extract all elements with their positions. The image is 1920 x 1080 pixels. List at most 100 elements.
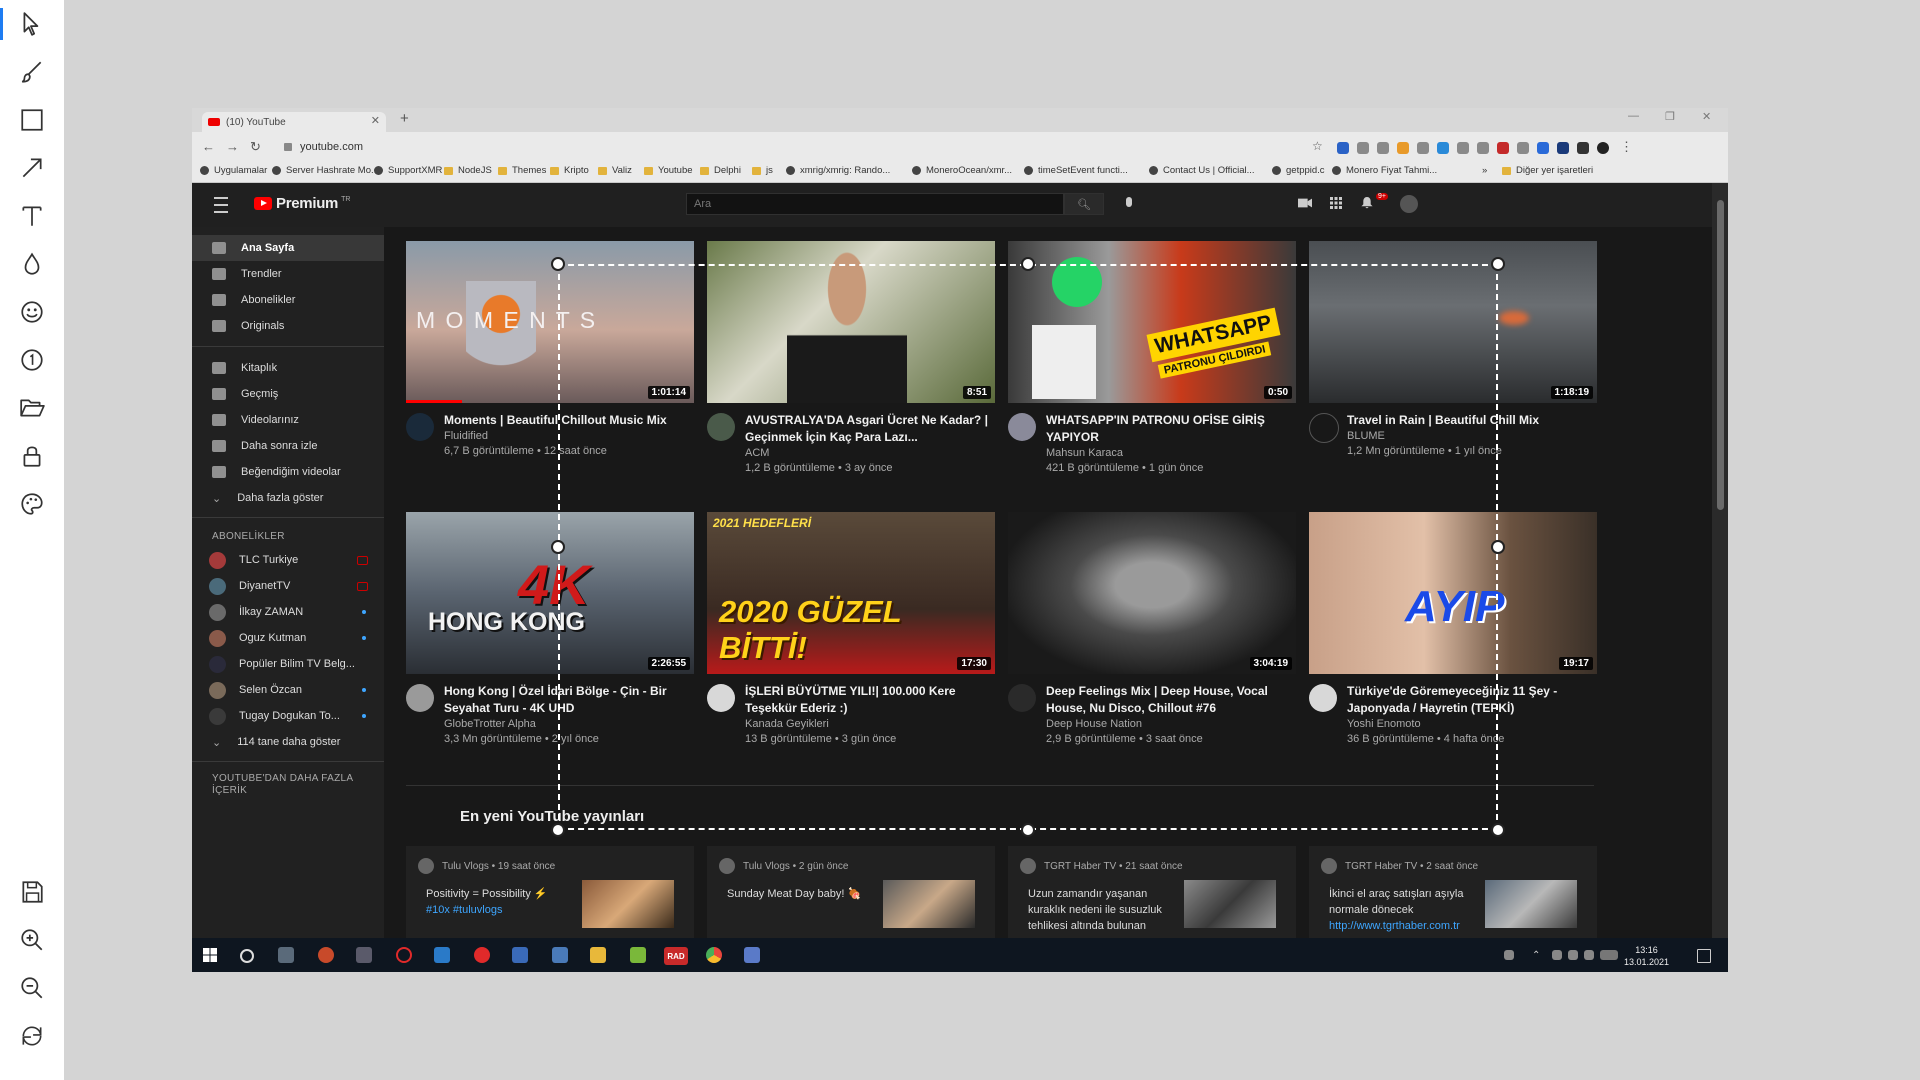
scrollbar-thumb[interactable]: [1717, 200, 1724, 510]
video-title[interactable]: AVUSTRALYA'DA Asgari Ücret Ne Kadar? | G…: [745, 412, 993, 446]
microphone-icon[interactable]: [1126, 197, 1132, 207]
blur-tool-button[interactable]: [12, 244, 52, 284]
reset-tool-button[interactable]: [12, 1016, 52, 1056]
bookmark-item[interactable]: Themes: [498, 165, 546, 176]
sidebar-item-home[interactable]: Ana Sayfa: [192, 235, 384, 261]
puzzle-icon[interactable]: [1577, 142, 1589, 154]
save-tool-button[interactable]: [12, 872, 52, 912]
video-thumbnail[interactable]: 4K HONG KONG 2:26:55: [406, 512, 694, 674]
counter-tool-button[interactable]: [12, 340, 52, 380]
reload-icon[interactable]: ↻: [250, 139, 261, 155]
video-thumbnail[interactable]: 8:51: [707, 241, 995, 403]
post-image[interactable]: [883, 880, 975, 928]
post-hashtags[interactable]: #10x #tuluvlogs: [426, 904, 502, 916]
extension-icon[interactable]: [1357, 142, 1369, 154]
subscription-item[interactable]: Tugay Dogukan To...: [192, 703, 384, 729]
text-tool-button[interactable]: [12, 196, 52, 236]
extension-icon[interactable]: [1337, 142, 1349, 154]
sidebar-item-your-videos[interactable]: Videolarınız: [192, 407, 384, 433]
community-post[interactable]: TGRT Haber TV • 21 saat önce Uzun zamand…: [1008, 846, 1296, 946]
selection-handle-top-right[interactable]: [1491, 257, 1505, 271]
apps-grid-icon[interactable]: [1329, 197, 1343, 209]
color-tool-button[interactable]: [12, 484, 52, 524]
mail-icon[interactable]: [434, 947, 450, 963]
search-button[interactable]: 🔍︎: [1064, 193, 1104, 215]
bookmark-item[interactable]: MoneroOcean/xmr...: [912, 165, 1012, 176]
channel-avatar[interactable]: [1309, 413, 1339, 443]
taskbar-app-icon[interactable]: [552, 947, 568, 963]
bookmark-item[interactable]: Diğer yer işaretleri: [1502, 165, 1593, 176]
network-icon[interactable]: [1568, 950, 1578, 960]
video-thumbnail[interactable]: 3:04:19: [1008, 512, 1296, 674]
tab-close-icon[interactable]: ✕: [371, 114, 380, 127]
bookmark-item[interactable]: Server Hashrate Mo...: [272, 165, 379, 176]
video-thumbnail[interactable]: AYIP 19:17: [1309, 512, 1597, 674]
video-title[interactable]: Hong Kong | Özel İdari Bölge - Çin - Bir…: [444, 683, 692, 717]
extension-icon[interactable]: [1457, 142, 1469, 154]
subscription-item[interactable]: Oguz Kutman: [192, 625, 384, 651]
selection-handle-top-left[interactable]: [551, 257, 565, 271]
bookmark-item[interactable]: Monero Fiyat Tahmi...: [1332, 165, 1437, 176]
extension-icon[interactable]: [1417, 142, 1429, 154]
tray-icon[interactable]: [1552, 950, 1562, 960]
notification-bell-icon[interactable]: [1360, 197, 1374, 209]
bookmark-item[interactable]: xmrig/xmrig: Rando...: [786, 165, 890, 176]
extension-icon[interactable]: [1497, 142, 1509, 154]
bookmark-item[interactable]: NodeJS: [444, 165, 492, 176]
channel-avatar[interactable]: [707, 684, 735, 712]
create-video-icon[interactable]: [1298, 197, 1312, 209]
sidebar-item-trending[interactable]: Trendler: [192, 261, 384, 287]
subscription-item[interactable]: TLC Turkiye: [192, 547, 384, 573]
video-title[interactable]: Türkiye'de Göremeyeceğiniz 11 Şey - Japo…: [1347, 683, 1595, 717]
cortana-icon[interactable]: [240, 949, 254, 963]
bookmark-item[interactable]: Contact Us | Official...: [1149, 165, 1255, 176]
restore-icon[interactable]: ❐: [1665, 110, 1675, 123]
sidebar-item-subscriptions[interactable]: Abonelikler: [192, 287, 384, 313]
video-title[interactable]: WHATSAPP'IN PATRONU OFİSE GİRİŞ YAPIYOR: [1046, 412, 1294, 446]
channel-avatar[interactable]: [707, 413, 735, 441]
channel-name[interactable]: Yoshi Enomoto: [1347, 717, 1421, 732]
extension-icon[interactable]: [1477, 142, 1489, 154]
youtube-logo[interactable]: Premium TR: [254, 195, 350, 212]
video-thumbnail[interactable]: 1:18:19: [1309, 241, 1597, 403]
channel-avatar[interactable]: [406, 684, 434, 712]
sidebar-item-history[interactable]: Geçmiş: [192, 381, 384, 407]
channel-avatar[interactable]: [1008, 684, 1036, 712]
post-link[interactable]: http://www.tgrthaber.com.tr: [1329, 920, 1460, 932]
emoji-tool-button[interactable]: [12, 292, 52, 332]
video-thumbnail[interactable]: WHATSAPP PATRONU ÇILDIRDI 0:50: [1008, 241, 1296, 403]
bookmark-item[interactable]: Uygulamalar: [200, 165, 267, 176]
channel-name[interactable]: Kanada Geyikleri: [745, 717, 829, 732]
chrome-icon[interactable]: [706, 947, 722, 963]
post-image[interactable]: [582, 880, 674, 928]
taskbar-app-icon[interactable]: [512, 947, 528, 963]
back-icon[interactable]: ←: [202, 139, 215, 154]
extension-icon[interactable]: [1377, 142, 1389, 154]
bookmark-item[interactable]: Delphi: [700, 165, 741, 176]
hamburger-menu-icon[interactable]: [214, 197, 228, 213]
bookmark-item[interactable]: Youtube: [644, 165, 693, 176]
show-more-subscriptions[interactable]: ⌄ 114 tane daha göster: [192, 729, 384, 755]
extension-icon[interactable]: [1537, 142, 1549, 154]
sidebar-item-watch-later[interactable]: Daha sonra izle: [192, 433, 384, 459]
selection-handle-bottom[interactable]: [1021, 823, 1035, 837]
bookmark-item[interactable]: getppid.c: [1272, 165, 1325, 176]
new-tab-button[interactable]: +: [400, 110, 409, 127]
sidebar-item-liked-videos[interactable]: Beğendiğim videolar: [192, 459, 384, 485]
channel-name[interactable]: BLUME: [1347, 429, 1385, 444]
profile-avatar[interactable]: [1597, 142, 1609, 154]
store-icon[interactable]: [356, 947, 372, 963]
task-view-icon[interactable]: [278, 947, 294, 963]
minimize-icon[interactable]: —: [1628, 110, 1639, 122]
subscription-item[interactable]: Selen Özcan: [192, 677, 384, 703]
community-post[interactable]: Tulu Vlogs • 2 gün önce Sunday Meat Day …: [707, 846, 995, 946]
channel-name[interactable]: Mahsun Karaca: [1046, 446, 1123, 461]
community-post[interactable]: Tulu Vlogs • 19 saat önce Positivity = P…: [406, 846, 694, 946]
lock-tool-button[interactable]: [12, 436, 52, 476]
selection-handle-bottom-left[interactable]: [551, 823, 565, 837]
zoom-out-tool-button[interactable]: [12, 968, 52, 1008]
bookmark-item[interactable]: SupportXMR: [374, 165, 442, 176]
extension-icon[interactable]: [1437, 142, 1449, 154]
arrow-tool-button[interactable]: [12, 148, 52, 188]
open-tool-button[interactable]: [12, 388, 52, 428]
